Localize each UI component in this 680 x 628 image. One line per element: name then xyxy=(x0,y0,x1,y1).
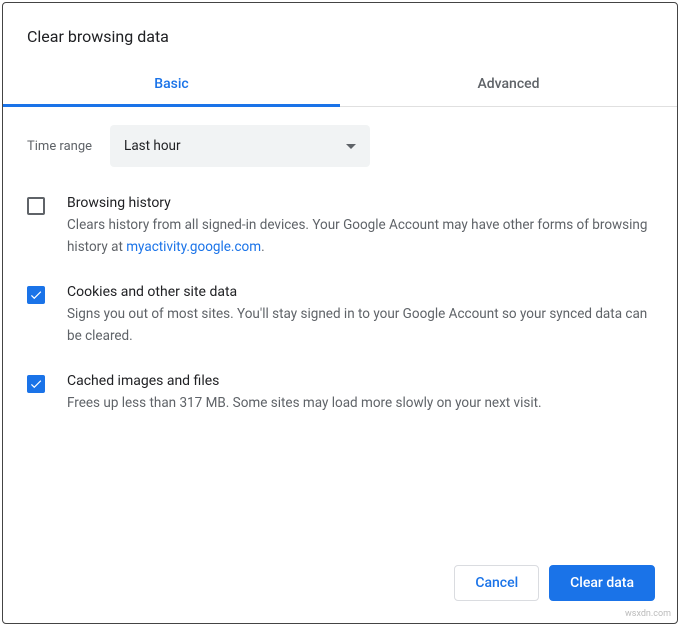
cancel-button[interactable]: Cancel xyxy=(454,565,539,601)
dialog-footer: Cancel Clear data xyxy=(3,547,677,623)
time-range-selected: Last hour xyxy=(124,138,181,154)
tab-basic-label: Basic xyxy=(154,76,188,92)
option-cache: Cached images and files Frees up less th… xyxy=(27,373,653,415)
option-browsing-history: Browsing history Clears history from all… xyxy=(27,195,653,258)
tab-basic[interactable]: Basic xyxy=(3,62,340,106)
checkbox-cache[interactable] xyxy=(27,375,45,393)
option-cookies: Cookies and other site data Signs you ou… xyxy=(27,284,653,347)
dialog-body: Time range Last hour Browsing history Cl… xyxy=(3,107,677,547)
option-text: Cookies and other site data Signs you ou… xyxy=(67,284,653,347)
checkbox-cookies[interactable] xyxy=(27,286,45,304)
tabs-bar: Basic Advanced xyxy=(3,62,677,107)
clear-browsing-data-dialog: Clear browsing data Basic Advanced Time … xyxy=(2,2,678,624)
chevron-down-icon xyxy=(346,144,356,149)
time-range-label: Time range xyxy=(27,139,92,154)
option-title-browsing-history: Browsing history xyxy=(67,195,653,211)
time-range-row: Time range Last hour xyxy=(27,125,653,167)
tab-advanced[interactable]: Advanced xyxy=(340,62,677,106)
dialog-header: Clear browsing data xyxy=(3,3,677,62)
checkbox-browsing-history[interactable] xyxy=(27,197,45,215)
option-title-cookies: Cookies and other site data xyxy=(67,284,653,300)
check-icon xyxy=(29,377,43,391)
option-desc-cache: Frees up less than 317 MB. Some sites ma… xyxy=(67,393,653,415)
option-text: Cached images and files Frees up less th… xyxy=(67,373,653,415)
option-desc-browsing-history: Clears history from all signed-in device… xyxy=(67,215,653,258)
watermark: wsxdn.com xyxy=(625,609,671,619)
dialog-title: Clear browsing data xyxy=(27,27,653,46)
option-text: Browsing history Clears history from all… xyxy=(67,195,653,258)
option-desc-cookies: Signs you out of most sites. You'll stay… xyxy=(67,304,653,347)
check-icon xyxy=(29,288,43,302)
clear-data-button[interactable]: Clear data xyxy=(549,565,655,601)
option-title-cache: Cached images and files xyxy=(67,373,653,389)
myactivity-link[interactable]: myactivity.google.com xyxy=(126,239,261,255)
time-range-select[interactable]: Last hour xyxy=(110,125,370,167)
tab-advanced-label: Advanced xyxy=(477,76,539,92)
